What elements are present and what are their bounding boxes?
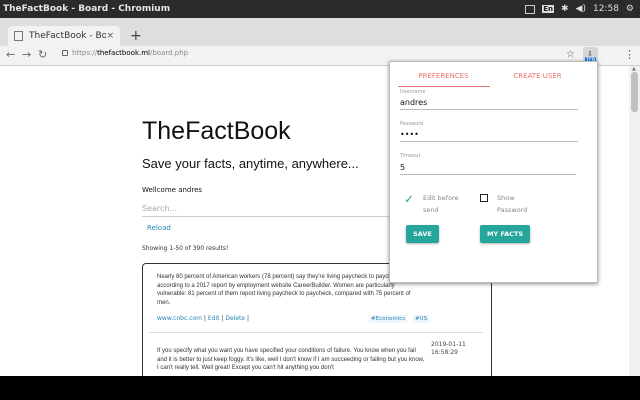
fact-text: Nearly 80 percent of American workers (7…: [157, 274, 411, 306]
username-label: Username: [400, 89, 426, 95]
save-button[interactable]: SAVE: [406, 225, 439, 243]
fact-actions: www.cnbc.com | Edit | Delete |: [157, 315, 249, 322]
url-path: /board.php: [149, 49, 189, 57]
settings-gear-icon[interactable]: ⚙: [626, 4, 634, 14]
site-title: TheFactBook: [142, 117, 291, 145]
bottom-black-bar: [0, 376, 640, 400]
timeout-field[interactable]: 5: [400, 163, 576, 175]
active-tab-indicator: [398, 86, 490, 87]
password-field[interactable]: ••••: [400, 130, 578, 142]
welcome-message: Wellcome andres: [142, 186, 203, 194]
fact-divider: [149, 332, 483, 333]
fact-edit-link[interactable]: Edit: [208, 315, 220, 322]
site-tagline: Save your facts, anytime, anywhere...: [142, 156, 359, 171]
fact-tag[interactable]: #US: [413, 315, 430, 323]
new-tab-button[interactable]: +: [130, 28, 142, 44]
bookmark-star-icon[interactable]: ☆: [566, 49, 575, 60]
page-favicon-icon: [14, 31, 23, 41]
results-count: Showing 1-50 of 390 results!: [142, 245, 229, 252]
extension-popup: PREFERENCES CREATE USER Username andres …: [389, 61, 598, 283]
forward-arrow-icon[interactable]: →: [22, 48, 31, 61]
page-scrollbar[interactable]: ▲: [629, 66, 640, 376]
os-top-bar: TheFactBook - Board - Chromium En ✱ ◀) 1…: [0, 0, 640, 18]
timeout-label: Timeout: [400, 153, 421, 159]
clock[interactable]: 12:58: [593, 4, 619, 14]
window-title: TheFactBook - Board - Chromium: [3, 4, 171, 14]
tab-preferences[interactable]: PREFERENCES: [396, 72, 491, 80]
fact-delete-link[interactable]: Delete: [225, 315, 245, 322]
edit-before-send-checkbox[interactable]: ✓: [404, 192, 414, 206]
lock-icon: [62, 50, 68, 56]
keyboard-layout-indicator[interactable]: En: [542, 5, 554, 13]
browser-tab[interactable]: TheFactBook - Board ×: [8, 26, 120, 46]
reload-icon[interactable]: ↻: [38, 48, 47, 61]
bluetooth-icon[interactable]: ✱: [561, 4, 569, 14]
address-bar[interactable]: https://thefactbook.ml/board.php: [62, 49, 188, 57]
fact-date: 2019-01-11: [431, 341, 466, 348]
tab-close-icon[interactable]: ×: [106, 31, 114, 41]
fact-item: If you specify what you want you have sp…: [143, 334, 491, 376]
scroll-thumb[interactable]: [631, 72, 638, 112]
show-password-checkbox[interactable]: [480, 194, 488, 202]
system-tray: En ✱ ◀) 12:58 ⚙: [525, 0, 634, 18]
fact-time: 16:58:29: [431, 349, 458, 356]
show-password-label: Show Password: [497, 194, 528, 214]
my-facts-button[interactable]: MY FACTS: [480, 225, 530, 243]
browser-tabstrip: TheFactBook - Board × +: [0, 18, 640, 46]
url-scheme: https://: [72, 49, 98, 57]
volume-icon[interactable]: ◀): [576, 4, 586, 14]
username-field[interactable]: andres: [400, 98, 578, 110]
fact-text: If you specify what you want you have sp…: [157, 348, 425, 371]
fact-source-link[interactable]: www.cnbc.com: [157, 315, 202, 322]
tab-title: TheFactBook - Board: [29, 31, 107, 41]
browser-menu-icon[interactable]: ⋮: [624, 48, 635, 61]
password-label: Password: [400, 121, 424, 127]
fact-tag[interactable]: #Economics: [369, 315, 408, 323]
back-arrow-icon[interactable]: ←: [6, 48, 15, 61]
reload-link[interactable]: Reload: [147, 224, 171, 232]
url-host: thefactbook.ml: [97, 49, 150, 57]
network-icon[interactable]: [525, 4, 536, 14]
edit-before-send-label: Edit before send: [423, 194, 459, 214]
tab-create-user[interactable]: CREATE USER: [490, 72, 585, 80]
